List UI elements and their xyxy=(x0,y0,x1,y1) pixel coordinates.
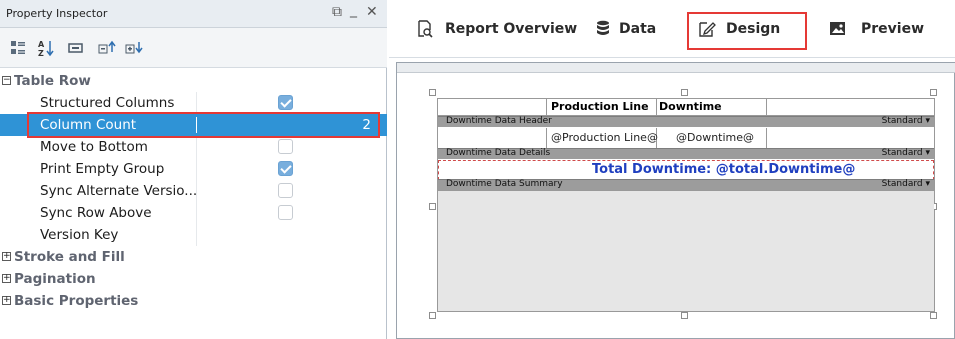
summary-total-downtime[interactable]: Total Downtime: @total.Downtime@ xyxy=(592,162,855,177)
band-downtime-data-summary[interactable]: Downtime Data Summary Standard ▾ xyxy=(438,179,934,190)
svg-text:Z: Z xyxy=(38,49,44,57)
description-icon[interactable] xyxy=(68,39,84,57)
column-divider xyxy=(196,180,197,202)
resize-handle[interactable] xyxy=(681,312,688,319)
column-divider xyxy=(196,224,197,246)
band-label: Downtime Data Summary xyxy=(446,179,563,189)
header-cell-downtime[interactable]: Downtime xyxy=(659,100,722,113)
move-to-bottom-checkbox[interactable] xyxy=(278,139,293,154)
band-label: Downtime Data Details xyxy=(446,148,551,158)
band-downtime-data-header[interactable]: Downtime Data Header Standard ▾ xyxy=(438,116,934,127)
column-divider xyxy=(196,158,197,180)
close-icon[interactable]: ✕ xyxy=(366,4,378,20)
highlight-design-tab xyxy=(687,12,807,50)
expand-icon[interactable]: + xyxy=(2,274,11,283)
property-label: Version Key xyxy=(40,227,119,243)
group-label: Stroke and Fill xyxy=(14,249,125,265)
column-divider xyxy=(196,136,197,158)
band-mode-dropdown[interactable]: Standard ▾ xyxy=(882,148,930,158)
tab-label: Data xyxy=(619,21,657,37)
group-label: Table Row xyxy=(14,73,91,89)
tab-label: Preview xyxy=(861,21,925,37)
band-label: Downtime Data Header xyxy=(446,116,552,126)
property-label: Structured Columns xyxy=(40,95,175,111)
report-tabs: Report Overview Data Design Preview xyxy=(389,0,955,58)
sync-row-above-checkbox[interactable] xyxy=(278,205,293,220)
band-downtime-data-details[interactable]: Downtime Data Details Standard ▾ xyxy=(438,148,934,159)
cell-divider xyxy=(546,128,547,148)
cell-divider xyxy=(766,128,767,148)
property-structured-columns[interactable]: Structured Columns xyxy=(0,92,387,114)
property-sync-row-above[interactable]: Sync Row Above xyxy=(0,202,387,224)
image-icon xyxy=(830,22,845,35)
expand-all-icon[interactable] xyxy=(98,39,118,57)
property-label: Sync Alternate Versio... xyxy=(40,183,198,199)
minimize-icon[interactable]: _ xyxy=(350,2,357,18)
inspector-toolbar: A Z xyxy=(0,28,387,68)
resize-handle[interactable] xyxy=(930,89,937,96)
print-empty-group-checkbox[interactable] xyxy=(278,161,293,176)
header-cell-production-line[interactable]: Production Line xyxy=(551,100,649,113)
resize-handle[interactable] xyxy=(429,203,436,210)
property-label: Move to Bottom xyxy=(40,139,148,155)
structured-columns-checkbox[interactable] xyxy=(278,95,293,110)
property-sync-alternate-versions[interactable]: Sync Alternate Versio... xyxy=(0,180,387,202)
empty-band-area[interactable] xyxy=(438,190,934,311)
collapse-all-icon[interactable] xyxy=(125,39,145,57)
column-divider xyxy=(196,202,197,224)
svg-text:A: A xyxy=(38,40,45,49)
property-inspector-panel: Property Inspector ⧉ _ ✕ A Z − Table Row… xyxy=(0,0,387,339)
resize-handle[interactable] xyxy=(429,312,436,319)
property-print-empty-group[interactable]: Print Empty Group xyxy=(0,158,387,180)
panel-titlebar: Property Inspector ⧉ _ ✕ xyxy=(0,0,387,28)
group-label: Pagination xyxy=(14,271,96,287)
resize-handle[interactable] xyxy=(429,89,436,96)
database-icon xyxy=(597,20,609,35)
resize-handle[interactable] xyxy=(681,89,688,96)
magnify-document-icon xyxy=(418,20,433,38)
expand-icon[interactable]: + xyxy=(2,252,11,261)
column-divider xyxy=(196,92,197,114)
cell-divider xyxy=(546,98,547,116)
categorized-icon[interactable] xyxy=(10,39,26,57)
group-stroke-and-fill[interactable]: + Stroke and Fill xyxy=(0,246,387,268)
property-label: Print Empty Group xyxy=(40,161,165,177)
sort-az-icon[interactable]: A Z xyxy=(38,39,54,57)
group-label: Basic Properties xyxy=(14,293,139,309)
group-table-row[interactable]: − Table Row xyxy=(0,70,387,92)
property-label: Sync Row Above xyxy=(40,205,152,221)
cell-divider xyxy=(656,98,657,116)
band-mode-dropdown[interactable]: Standard ▾ xyxy=(882,179,930,189)
tab-label: Report Overview xyxy=(445,21,578,37)
cell-divider xyxy=(766,98,767,116)
sync-alternate-versions-checkbox[interactable] xyxy=(278,183,293,198)
collapse-icon[interactable]: − xyxy=(2,76,11,85)
panel-title: Property Inspector xyxy=(6,7,108,20)
property-move-to-bottom[interactable]: Move to Bottom xyxy=(0,136,387,158)
group-pagination[interactable]: + Pagination xyxy=(0,268,387,290)
restore-icon[interactable]: ⧉ xyxy=(332,4,342,20)
resize-handle[interactable] xyxy=(930,312,937,319)
field-downtime[interactable]: @Downtime@ xyxy=(676,131,754,144)
expand-icon[interactable]: + xyxy=(2,296,11,305)
property-version-key[interactable]: Version Key xyxy=(0,224,387,246)
band-mode-dropdown[interactable]: Standard ▾ xyxy=(882,116,930,126)
group-basic-properties[interactable]: + Basic Properties xyxy=(0,290,387,312)
field-production-line[interactable]: @Production Line@ xyxy=(551,131,658,144)
highlight-column-count xyxy=(27,112,380,138)
horizontal-ruler xyxy=(397,63,955,73)
